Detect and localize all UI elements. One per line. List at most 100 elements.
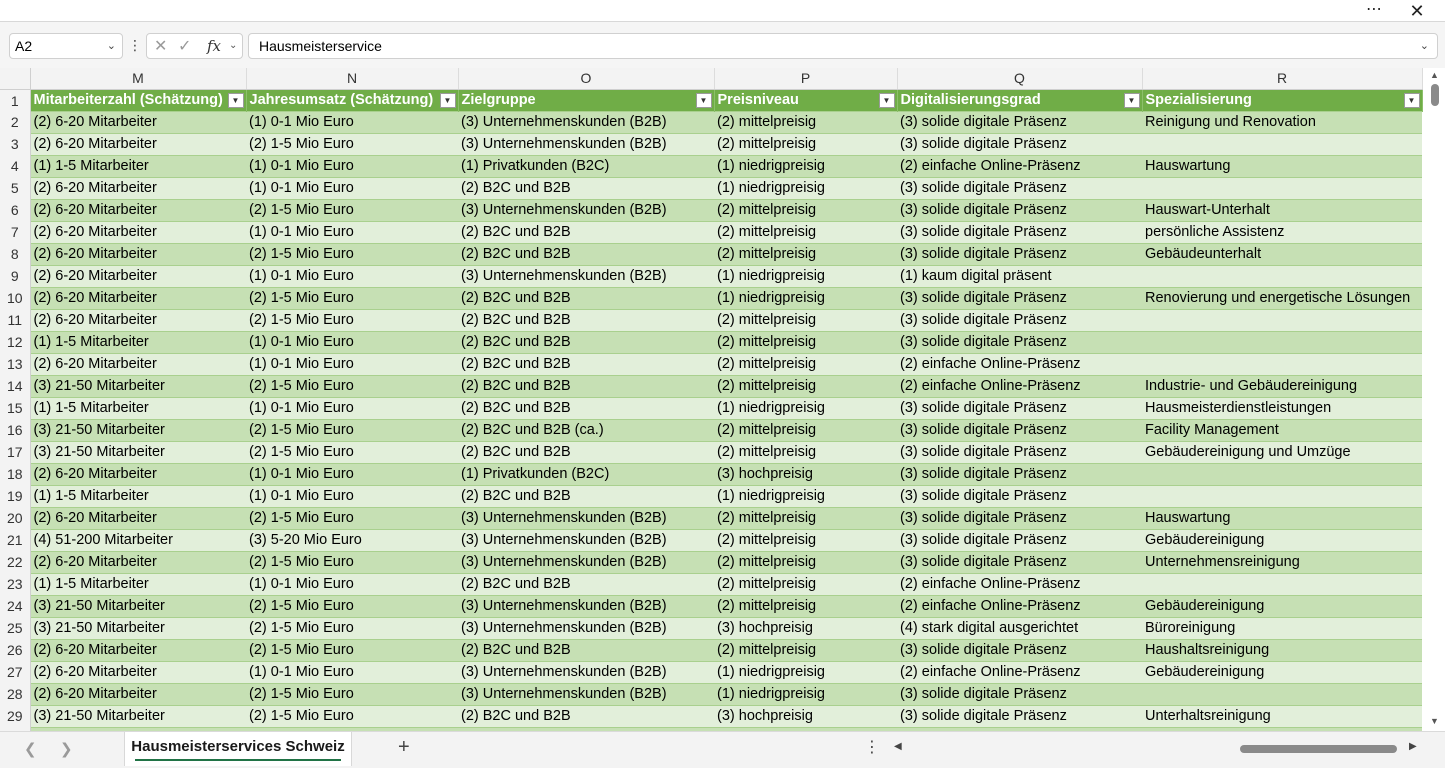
- table-cell[interactable]: (3) solide digitale Präsenz: [897, 243, 1142, 266]
- add-sheet-icon[interactable]: +: [398, 736, 410, 759]
- table-cell[interactable]: (2) mittelpreisig: [714, 441, 897, 464]
- table-cell[interactable]: (3) 5-20 Mio Euro: [246, 529, 458, 552]
- row-number[interactable]: 22: [0, 551, 31, 574]
- row-number[interactable]: 1: [0, 89, 31, 112]
- table-cell[interactable]: (2) 1-5 Mio Euro: [246, 375, 458, 398]
- row-number[interactable]: 23: [0, 573, 31, 596]
- row-number[interactable]: 18: [0, 463, 31, 486]
- table-cell[interactable]: (1) 1-5 Mitarbeiter: [30, 485, 246, 508]
- table-cell[interactable]: (3) hochpreisig: [714, 617, 897, 640]
- scroll-down-icon[interactable]: ▼: [1430, 716, 1439, 726]
- more-icon[interactable]: ⋯: [1362, 0, 1386, 22]
- column-header[interactable]: N: [246, 68, 459, 91]
- table-cell[interactable]: (3) 21-50 Mitarbeiter: [30, 419, 246, 442]
- row-number[interactable]: 19: [0, 485, 31, 508]
- filter-dropdown-icon[interactable]: ▼: [439, 93, 456, 109]
- table-cell[interactable]: (2) B2C und B2B: [458, 441, 714, 464]
- table-cell[interactable]: (1) niedrigpreisig: [714, 485, 897, 508]
- row-number[interactable]: 10: [0, 287, 31, 310]
- table-cell[interactable]: (2) 6-20 Mitarbeiter: [30, 265, 246, 288]
- table-cell[interactable]: (2) einfache Online-Präsenz: [897, 155, 1142, 178]
- table-cell[interactable]: (1) niedrigpreisig: [714, 287, 897, 310]
- table-cell[interactable]: (3) Unternehmenskunden (B2B): [458, 529, 714, 552]
- table-cell[interactable]: (2) mittelpreisig: [714, 243, 897, 266]
- row-number[interactable]: 25: [0, 617, 31, 640]
- table-cell[interactable]: (2) 1-5 Mio Euro: [246, 243, 458, 266]
- table-cell[interactable]: (1) 0-1 Mio Euro: [246, 155, 458, 178]
- table-cell[interactable]: (3) Unternehmenskunden (B2B): [458, 133, 714, 156]
- table-cell[interactable]: Haushaltsreinigung: [1142, 639, 1422, 662]
- table-cell[interactable]: Büroreinigung: [1142, 617, 1422, 640]
- table-cell[interactable]: (1) 0-1 Mio Euro: [246, 353, 458, 376]
- table-cell[interactable]: [1142, 463, 1422, 486]
- table-cell[interactable]: (3) 21-50 Mitarbeiter: [30, 595, 246, 618]
- table-cell[interactable]: (2) B2C und B2B: [458, 331, 714, 354]
- table-header-cell[interactable]: Jahresumsatz (Schätzung) ▼: [246, 89, 459, 112]
- table-cell[interactable]: (3) solide digitale Präsenz: [897, 529, 1142, 552]
- table-cell[interactable]: (3) Unternehmenskunden (B2B): [458, 617, 714, 640]
- table-cell[interactable]: Gebäudereinigung: [1142, 529, 1422, 552]
- table-cell[interactable]: (1) niedrigpreisig: [714, 265, 897, 288]
- table-cell[interactable]: Unterhaltsreinigung: [1142, 705, 1422, 728]
- table-cell[interactable]: [1142, 309, 1422, 332]
- table-cell[interactable]: (2) 1-5 Mio Euro: [246, 595, 458, 618]
- row-number[interactable]: 28: [0, 683, 31, 706]
- table-cell[interactable]: (3) 21-50 Mitarbeiter: [30, 617, 246, 640]
- table-cell[interactable]: (2) mittelpreisig: [714, 639, 897, 662]
- table-cell[interactable]: (3) Unternehmenskunden (B2B): [458, 507, 714, 530]
- table-cell[interactable]: (1) 0-1 Mio Euro: [246, 221, 458, 244]
- table-cell[interactable]: (2) 1-5 Mio Euro: [246, 287, 458, 310]
- table-cell[interactable]: (3) solide digitale Präsenz: [897, 309, 1142, 332]
- table-header-cell[interactable]: Mitarbeiterzahl (Schätzung) ▼: [30, 89, 247, 112]
- table-cell[interactable]: (2) 6-20 Mitarbeiter: [30, 309, 246, 332]
- column-header[interactable]: P: [714, 68, 898, 91]
- table-cell[interactable]: [1142, 485, 1422, 508]
- table-cell[interactable]: (2) 6-20 Mitarbeiter: [30, 463, 246, 486]
- table-cell[interactable]: Hauswart-Unterhalt: [1142, 199, 1422, 222]
- table-cell[interactable]: Hauswartung: [1142, 507, 1422, 530]
- table-cell[interactable]: (2) mittelpreisig: [714, 111, 897, 134]
- table-cell[interactable]: (3) solide digitale Präsenz: [897, 177, 1142, 200]
- close-icon[interactable]: ✕: [1404, 0, 1430, 22]
- select-all-corner[interactable]: [0, 68, 31, 91]
- table-cell[interactable]: (2) B2C und B2B: [458, 243, 714, 266]
- table-cell[interactable]: Hausmeisterdienstleistungen: [1142, 397, 1422, 420]
- table-cell[interactable]: (2) mittelpreisig: [714, 133, 897, 156]
- table-cell[interactable]: [1142, 683, 1422, 706]
- table-cell[interactable]: (2) mittelpreisig: [714, 419, 897, 442]
- table-cell[interactable]: (2) einfache Online-Präsenz: [897, 661, 1142, 684]
- table-cell[interactable]: (3) solide digitale Präsenz: [897, 221, 1142, 244]
- table-cell[interactable]: Industrie- und Gebäudereinigung: [1142, 375, 1422, 398]
- table-cell[interactable]: (1) 0-1 Mio Euro: [246, 265, 458, 288]
- table-cell[interactable]: Hauswartung: [1142, 155, 1422, 178]
- column-header[interactable]: R: [1142, 68, 1423, 91]
- row-number[interactable]: 27: [0, 661, 31, 684]
- filter-dropdown-icon[interactable]: ▼: [227, 93, 244, 109]
- table-cell[interactable]: (2) 1-5 Mio Euro: [246, 683, 458, 706]
- table-cell[interactable]: (2) B2C und B2B: [458, 705, 714, 728]
- table-cell[interactable]: (1) niedrigpreisig: [714, 177, 897, 200]
- scroll-thumb[interactable]: [1431, 84, 1439, 106]
- table-header-cell[interactable]: Digitalisierungsgrad ▼: [897, 89, 1143, 112]
- table-cell[interactable]: (3) solide digitale Präsenz: [897, 287, 1142, 310]
- row-number[interactable]: 6: [0, 199, 31, 222]
- vertical-dots-icon[interactable]: ⋮: [128, 35, 142, 57]
- table-cell[interactable]: (3) Unternehmenskunden (B2B): [458, 595, 714, 618]
- spreadsheet-grid[interactable]: M N O P Q R 1 Mitarbeiterzahl (Schätzung…: [0, 68, 1445, 731]
- table-cell[interactable]: (2) B2C und B2B: [458, 177, 714, 200]
- table-cell[interactable]: (2) einfache Online-Präsenz: [897, 375, 1142, 398]
- row-number[interactable]: 15: [0, 397, 31, 420]
- table-cell[interactable]: (2) 6-20 Mitarbeiter: [30, 199, 246, 222]
- row-number[interactable]: 5: [0, 177, 31, 200]
- vertical-dots-icon[interactable]: ⋮: [864, 737, 880, 757]
- table-cell[interactable]: (1) 0-1 Mio Euro: [246, 331, 458, 354]
- table-cell[interactable]: (2) mittelpreisig: [714, 199, 897, 222]
- table-cell[interactable]: (3) solide digitale Präsenz: [897, 639, 1142, 662]
- table-cell[interactable]: (2) B2C und B2B: [458, 375, 714, 398]
- table-cell[interactable]: (3) solide digitale Präsenz: [897, 507, 1142, 530]
- table-cell[interactable]: (2) B2C und B2B: [458, 221, 714, 244]
- column-header[interactable]: M: [30, 68, 247, 91]
- table-cell[interactable]: (2) B2C und B2B: [458, 397, 714, 420]
- table-cell[interactable]: (3) solide digitale Präsenz: [897, 705, 1142, 728]
- filter-dropdown-icon[interactable]: ▼: [878, 93, 895, 109]
